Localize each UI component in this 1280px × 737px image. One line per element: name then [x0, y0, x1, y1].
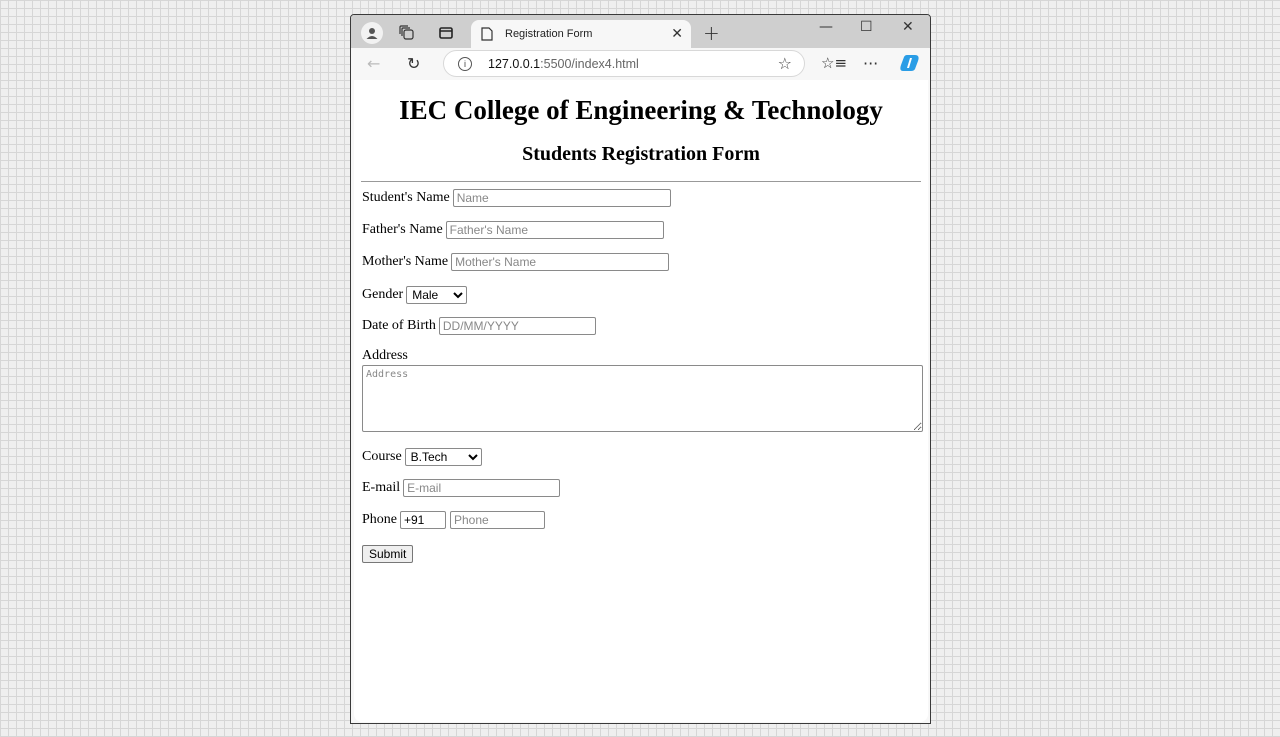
tab-registration-form[interactable]: Registration Form ✕	[471, 20, 691, 48]
gender-label: Gender	[362, 287, 404, 302]
submit-button[interactable]: Submit	[362, 545, 414, 563]
mother-name-row: Mother's Name	[362, 253, 670, 271]
info-icon[interactable]: i	[458, 56, 472, 71]
gender-select[interactable]: Male	[406, 286, 468, 304]
close-icon[interactable]: ✕	[671, 25, 683, 42]
workspaces-icon[interactable]	[397, 23, 417, 43]
refresh-icon[interactable]: ↻	[407, 54, 420, 73]
email-label: E-mail	[362, 480, 401, 495]
form-title: Students Registration Form	[522, 143, 760, 165]
phone-row: Phone	[362, 511, 545, 529]
student-name-input[interactable]	[452, 189, 671, 207]
phone-label: Phone	[362, 512, 397, 527]
back-arrow-icon[interactable]: ←	[367, 54, 380, 73]
address-bar: ← ↻ i 127.0.0.1:5500/index4.html ☆ ☆≡ ··…	[351, 48, 930, 80]
father-name-input[interactable]	[445, 221, 664, 239]
mother-name-label: Mother's Name	[362, 254, 449, 269]
phone-input[interactable]	[450, 511, 545, 529]
url-path: :5500/index4.html	[540, 56, 639, 71]
page-content: IEC College of Engineering & Technology …	[354, 80, 928, 722]
father-name-label: Father's Name	[362, 222, 443, 237]
college-title: IEC College of Engineering & Technology	[399, 95, 883, 125]
gender-row: Gender Male	[362, 286, 468, 304]
student-name-label: Student's Name	[362, 190, 450, 205]
person-circle-icon[interactable]	[361, 22, 383, 44]
course-select[interactable]: B.Tech	[404, 448, 482, 466]
course-row: Course B.Tech	[362, 448, 482, 466]
address-row: Address	[362, 348, 411, 364]
mother-name-input[interactable]	[451, 253, 670, 271]
copilot-icon[interactable]	[899, 53, 921, 77]
address-label: Address	[362, 348, 408, 363]
address-textarea[interactable]	[362, 365, 923, 432]
url-field[interactable]: i 127.0.0.1:5500/index4.html ☆	[443, 50, 805, 77]
maximize-icon[interactable]: ☐	[860, 19, 873, 35]
dob-label: Date of Birth	[362, 318, 436, 333]
url-host: 127.0.0.1	[488, 56, 541, 71]
vertical-tabs-icon[interactable]	[436, 23, 456, 43]
dob-input[interactable]	[438, 317, 596, 335]
father-name-row: Father's Name	[362, 221, 664, 239]
divider	[361, 181, 921, 182]
tab-bar: Registration Form ✕ + — ☐ ✕	[351, 15, 930, 48]
plus-icon[interactable]: +	[703, 21, 720, 45]
country-code-input[interactable]	[400, 511, 446, 529]
course-label: Course	[362, 449, 402, 464]
minimize-icon[interactable]: —	[819, 19, 833, 35]
dob-row: Date of Birth	[362, 317, 596, 335]
star-icon[interactable]: ☆	[778, 54, 792, 73]
email-input[interactable]	[403, 479, 561, 497]
close-window-icon[interactable]: ✕	[902, 19, 914, 35]
document-icon	[481, 27, 493, 41]
favorites-icon[interactable]: ☆≡	[821, 54, 847, 72]
student-name-row: Student's Name	[362, 189, 671, 207]
email-row: E-mail	[362, 479, 561, 497]
tab-title: Registration Form	[505, 28, 593, 40]
ellipsis-icon[interactable]: ···	[863, 54, 878, 73]
browser-window: Registration Form ✕ + — ☐ ✕ ← ↻ i 127.0.…	[350, 14, 931, 724]
